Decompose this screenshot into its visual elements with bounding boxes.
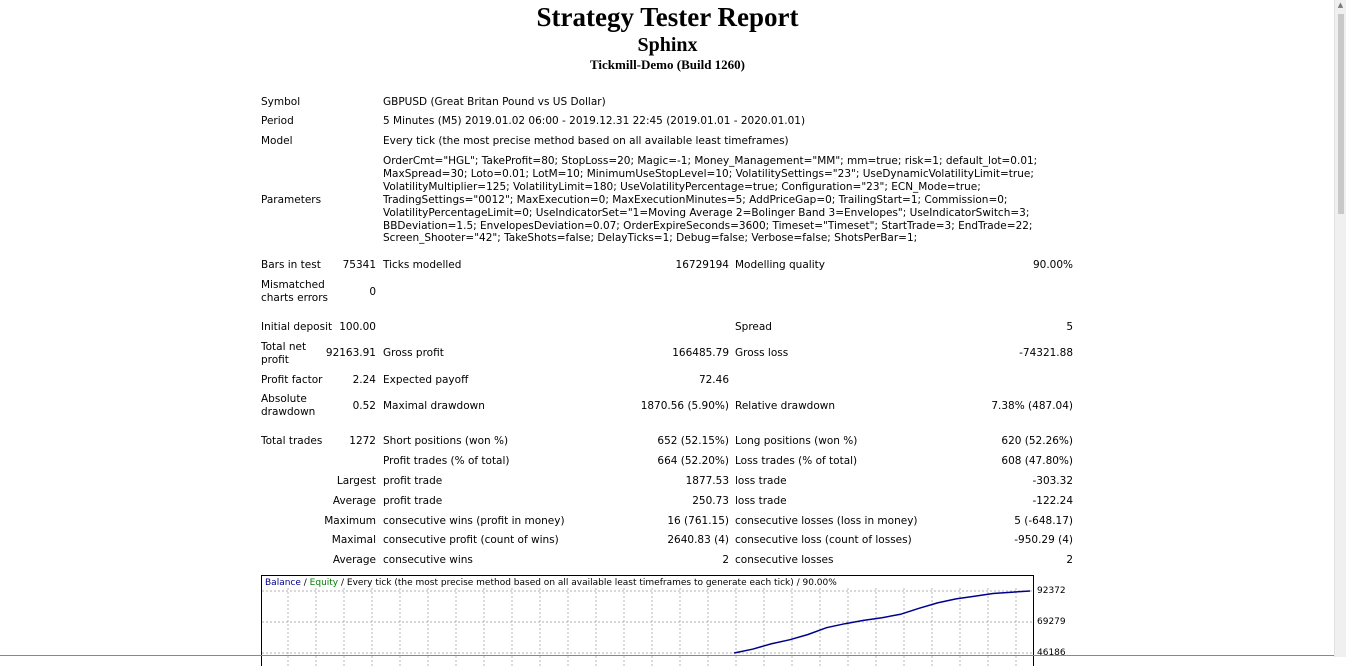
- y-tick-label: 92372: [1037, 586, 1066, 596]
- long-value: 620 (52.26%): [1001, 435, 1073, 447]
- grossprofit-value: 166485.79: [672, 347, 729, 359]
- trades-value: 1272: [349, 435, 376, 447]
- model-value: Every tick (the most precise method base…: [383, 135, 789, 147]
- profit-factor-value: 2.24: [352, 374, 376, 386]
- mismatch-label-line1: Mismatched: [261, 279, 325, 291]
- legend-balance: Balance: [265, 578, 301, 588]
- maximal-loss-value: -950.29 (4): [1014, 534, 1073, 546]
- mismatch-label-line2: charts errors: [261, 292, 328, 304]
- average-label: Average: [332, 495, 376, 507]
- maximal-label: Maximal: [331, 534, 376, 546]
- profit-trades-label: Profit trades (% of total): [383, 455, 510, 467]
- maximum-label: Maximum: [324, 515, 376, 527]
- payoff-label: Expected payoff: [383, 374, 469, 386]
- grossloss-value: -74321.88: [1019, 347, 1073, 359]
- avg-losses-label: consecutive losses: [735, 554, 834, 566]
- ticks-value: 16729194: [675, 259, 729, 271]
- deposit-value: 100.00: [339, 321, 376, 333]
- symbol-value: GBPUSD (Great Britan Pound vs US Dollar): [383, 96, 606, 108]
- largest-profit-value: 1877.53: [685, 475, 729, 487]
- profit-factor-label: Profit factor: [261, 374, 323, 386]
- legend-separator: /: [300, 578, 310, 588]
- largest-profit-label: profit trade: [383, 475, 443, 487]
- bottom-border: [0, 655, 1346, 656]
- largest-loss-label: loss trade: [735, 475, 787, 487]
- chart-plot: [262, 588, 1033, 666]
- scrollbar-thumb[interactable]: [1338, 14, 1344, 214]
- spread-label: Spread: [735, 321, 772, 333]
- quality-label: Modelling quality: [735, 259, 825, 271]
- model-label: Model: [261, 135, 293, 147]
- long-label: Long positions (won %): [735, 435, 858, 447]
- short-label: Short positions (won %): [383, 435, 509, 447]
- max-losses-value: 5 (-648.17): [1014, 515, 1073, 527]
- maximal-loss-label: consecutive loss (count of losses): [735, 534, 912, 546]
- avg-wins-value: 2: [722, 554, 729, 566]
- loss-trades-value: 608 (47.80%): [1001, 455, 1073, 467]
- spread-value: 5: [1066, 321, 1073, 333]
- netprofit-label-line1: Total net: [261, 341, 307, 353]
- mismatch-value: 0: [369, 286, 376, 298]
- absdd-label-line2: drawdown: [261, 406, 316, 418]
- ticks-label: Ticks modelled: [383, 259, 462, 271]
- average-consec-label: Average: [332, 554, 376, 566]
- bars-label: Bars in test: [261, 259, 321, 271]
- average-profit-value: 250.73: [692, 495, 729, 507]
- netprofit-value: 92163.91: [325, 347, 376, 359]
- loss-trades-label: Loss trades (% of total): [735, 455, 858, 467]
- short-value: 652 (52.15%): [657, 435, 729, 447]
- vertical-scrollbar[interactable]: ▲: [1334, 0, 1346, 657]
- profit-trades-value: 664 (52.20%): [657, 455, 729, 467]
- avg-wins-label: consecutive wins: [383, 554, 473, 566]
- maxdd-label: Maximal drawdown: [383, 400, 485, 412]
- y-tick-label: 69279: [1037, 617, 1066, 627]
- netprofit-label-line2: profit: [261, 354, 289, 366]
- legend-description: / Every tick (the most precise method ba…: [338, 578, 837, 588]
- average-loss-value: -122.24: [1032, 495, 1073, 507]
- reldd-value: 7.38% (487.04): [991, 400, 1073, 412]
- max-wins-value: 16 (761.15): [667, 515, 729, 527]
- parameters-value: OrderCmt="HGL"; TakeProfit=80; StopLoss=…: [383, 155, 1038, 245]
- largest-label: Largest: [336, 475, 376, 487]
- maximal-profit-label: consecutive profit (count of wins): [383, 534, 559, 546]
- symbol-label: Symbol: [261, 96, 301, 108]
- grossloss-label: Gross loss: [735, 347, 789, 359]
- scroll-up-icon[interactable]: ▲: [1336, 1, 1345, 10]
- max-losses-label: consecutive losses (loss in money): [735, 515, 918, 527]
- period-value: 5 Minutes (M5) 2019.01.02 06:00 - 2019.1…: [383, 115, 806, 127]
- bars-value: 75341: [342, 259, 376, 271]
- period-label: Period: [261, 115, 294, 127]
- max-wins-label: consecutive wins (profit in money): [383, 515, 565, 527]
- absdd-label-line1: Absolute: [261, 393, 307, 405]
- avg-losses-value: 2: [1066, 554, 1073, 566]
- maxdd-value: 1870.56 (5.90%): [640, 400, 729, 412]
- server-build: Tickmill-Demo (Build 1260): [589, 57, 746, 72]
- grossprofit-label: Gross profit: [383, 347, 444, 359]
- largest-loss-value: -303.32: [1032, 475, 1073, 487]
- average-profit-label: profit trade: [383, 495, 443, 507]
- maximal-profit-value: 2640.83 (4): [667, 534, 729, 546]
- legend-equity: Equity: [309, 578, 339, 588]
- payoff-value: 72.46: [698, 374, 729, 386]
- parameters-label: Parameters: [261, 194, 322, 206]
- reldd-label: Relative drawdown: [735, 400, 836, 412]
- trades-label: Total trades: [261, 435, 323, 447]
- chart-legend: Balance / Equity / Every tick (the most …: [265, 578, 837, 588]
- quality-value: 90.00%: [1032, 259, 1073, 271]
- balance-chart: Balance / Equity / Every tick (the most …: [261, 575, 1034, 666]
- absdd-value: 0.52: [352, 400, 376, 412]
- expert-name: Sphinx: [637, 34, 698, 56]
- report-title: Strategy Tester Report: [536, 2, 799, 32]
- average-loss-label: loss trade: [735, 495, 787, 507]
